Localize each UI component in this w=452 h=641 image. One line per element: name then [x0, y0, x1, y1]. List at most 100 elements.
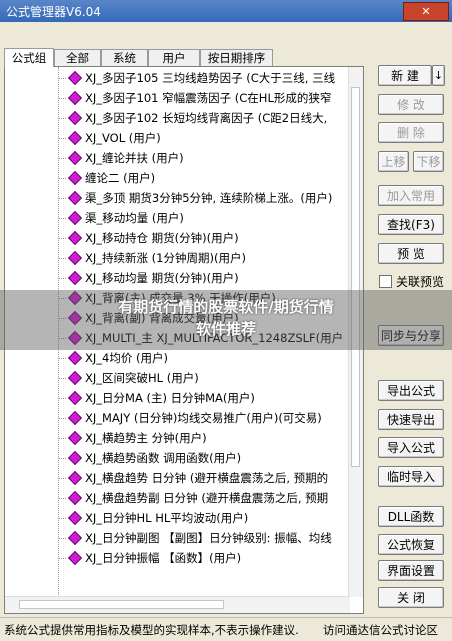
formula-restore-button[interactable]: 公式恢复 — [378, 534, 444, 555]
horizontal-scrollbar[interactable] — [5, 596, 350, 613]
title-bar: 公式管理器V6.04 ✕ — [0, 0, 452, 22]
ui-settings-button[interactable]: 界面设置 — [378, 560, 444, 581]
formula-diamond-icon — [67, 530, 83, 546]
formula-diamond-icon — [67, 450, 83, 466]
tab-formula-group[interactable]: 公式组 — [4, 48, 54, 67]
move-up-button[interactable]: 上移 — [378, 151, 409, 172]
tree-branch-line — [58, 257, 66, 259]
formula-diamond-icon — [67, 170, 83, 186]
tree-branch-line — [58, 277, 66, 279]
tree-item-label: XJ_多因子102 长短均线背离因子 (C距2日线大, — [85, 111, 328, 125]
tree-item[interactable]: XJ_MAJY (日分钟)均线交易推广(用户)(可交易) — [55, 409, 350, 427]
watermark-banner: 有期货行情的股票软件/期货行情 软件推荐 — [0, 290, 452, 350]
tree-item-label: XJ_4均价 (用户) — [85, 351, 168, 365]
tree-branch-line — [58, 157, 66, 159]
tree-branch-line — [58, 477, 66, 479]
tree-item[interactable]: XJ_横盘趋势 日分钟 (避开横盘震荡之后, 预期的 — [55, 469, 350, 487]
tree-item[interactable]: XJ_多因子102 长短均线背离因子 (C距2日线大, — [55, 109, 350, 127]
formula-diamond-icon — [67, 150, 83, 166]
tree-item[interactable]: XJ_缠论并扶 (用户) — [55, 149, 350, 167]
window-close-button[interactable]: ✕ — [403, 2, 449, 21]
tree-item[interactable]: 渠_多顶 期货3分钟5分钟, 连续阶梯上涨。(用户) — [55, 189, 350, 207]
tree-item-label: XJ_移动均量 期货(分钟)(用户) — [85, 271, 239, 285]
tree-item[interactable]: 缠论二 (用户) — [55, 169, 350, 187]
tree-branch-line — [58, 417, 66, 419]
find-button[interactable]: 查找(F3) — [378, 214, 444, 235]
tree-item-label: XJ_横盘趋势 日分钟 (避开横盘震荡之后, 预期的 — [85, 471, 329, 485]
tree-item[interactable]: XJ_多因子105 三均线趋势因子 (C大于三线, 三线 — [55, 69, 350, 87]
tree-item-label: XJ_多因子101 窄幅震荡因子 (C在HL形成的狭窄 — [85, 91, 332, 105]
vertical-scroll-thumb[interactable] — [351, 87, 360, 467]
forum-link[interactable]: 访问通达信公式讨论区 — [323, 622, 438, 638]
tree-item[interactable]: XJ_区间突破HL (用户) — [55, 369, 350, 387]
tree-item[interactable]: XJ_移动持仓 期货(分钟)(用户) — [55, 229, 350, 247]
import-formula-button[interactable]: 导入公式 — [378, 437, 444, 458]
tree-item-label: XJ_横盘趋势副 日分钟 (避开横盘震荡之后, 预期 — [85, 491, 329, 505]
tree-item-label: XJ_日分钟振幅 【函数】(用户) — [85, 551, 242, 565]
checkbox-box[interactable] — [379, 275, 392, 288]
tree-item[interactable]: XJ_4均价 (用户) — [55, 349, 350, 367]
formula-diamond-icon — [67, 250, 83, 266]
tree-item-label: XJ_日分钟副图 【副图】日分钟级别: 振幅、均线 — [85, 531, 332, 545]
formula-diamond-icon — [67, 210, 83, 226]
tree-item-label: XJ_多因子105 三均线趋势因子 (C大于三线, 三线 — [85, 71, 336, 85]
dll-function-button[interactable]: DLL函数 — [378, 506, 444, 527]
tree-branch-line — [58, 217, 66, 219]
checkbox-label: 关联预览 — [396, 275, 445, 289]
tree-item[interactable]: XJ_横趋势函数 调用函数(用户) — [55, 449, 350, 467]
tree-branch-line — [58, 437, 66, 439]
tree-item[interactable]: XJ_VOL (用户) — [55, 129, 350, 147]
tree-item-label: XJ_MAJY (日分钟)均线交易推广(用户)(可交易) — [85, 411, 322, 425]
tree-branch-line — [58, 377, 66, 379]
tree-item[interactable]: XJ_日分钟HL HL平均波动(用户) — [55, 509, 350, 527]
tree-item-label: XJ_横趋势函数 调用函数(用户) — [85, 451, 242, 465]
tree-item-label: XJ_横趋势主 分钟(用户) — [85, 431, 207, 445]
link-preview-checkbox[interactable]: 关联预览 — [379, 273, 444, 290]
tree-item[interactable]: XJ_日分钟副图 【副图】日分钟级别: 振幅、均线 — [55, 529, 350, 547]
edit-button[interactable]: 修 改 — [378, 94, 444, 115]
formula-diamond-icon — [67, 190, 83, 206]
tree-item[interactable]: XJ_持续新涨 (1分钟周期)(用户) — [55, 249, 350, 267]
formula-diamond-icon — [67, 550, 83, 566]
status-bar: 系统公式提供常用指标及模型的实现样本,不表示操作建议. 访问通达信公式讨论区 — [0, 617, 452, 641]
close-button[interactable]: 关 闭 — [378, 587, 444, 608]
tree-branch-line — [58, 77, 66, 79]
tree-item[interactable]: XJ_横盘趋势副 日分钟 (避开横盘震荡之后, 预期 — [55, 489, 350, 507]
add-common-button[interactable]: 加入常用 — [378, 185, 444, 206]
temp-import-button[interactable]: 临时导入 — [378, 466, 444, 487]
new-button[interactable]: 新 建 — [378, 65, 432, 86]
preview-button[interactable]: 预 览 — [378, 243, 444, 264]
tree-item-label: XJ_移动持仓 期货(分钟)(用户) — [85, 231, 239, 245]
tree-item[interactable]: 渠_移动均量 (用户) — [55, 209, 350, 227]
tree-item-label: XJ_区间突破HL (用户) — [85, 371, 199, 385]
formula-diamond-icon — [67, 390, 83, 406]
tab-system[interactable]: 系统 — [101, 49, 148, 66]
watermark-line-2: 软件推荐 — [195, 320, 256, 338]
tree-item-label: 渠_移动均量 (用户) — [85, 211, 184, 225]
tree-item-label: XJ_日分MA (主) 日分钟MA(用户) — [85, 391, 255, 405]
move-down-button[interactable]: 下移 — [413, 151, 444, 172]
tree-item-label: XJ_日分钟HL HL平均波动(用户) — [85, 511, 249, 525]
quick-export-button[interactable]: 快速导出 — [378, 409, 444, 430]
formula-diamond-icon — [67, 130, 83, 146]
tree-item[interactable]: XJ_移动均量 期货(分钟)(用户) — [55, 269, 350, 287]
export-formula-button[interactable]: 导出公式 — [378, 380, 444, 401]
horizontal-scroll-thumb[interactable] — [19, 600, 224, 609]
tab-sort-by-date[interactable]: 按日期排序 — [200, 49, 273, 66]
tab-all[interactable]: 全部 — [54, 49, 101, 66]
tree-item-label: XJ_VOL (用户) — [85, 131, 161, 145]
delete-button[interactable]: 删 除 — [378, 122, 444, 143]
tree-item-label: XJ_缠论并扶 (用户) — [85, 151, 184, 165]
tree-item[interactable]: XJ_日分MA (主) 日分钟MA(用户) — [55, 389, 350, 407]
tree-branch-line — [58, 117, 66, 119]
formula-diamond-icon — [67, 70, 83, 86]
tree-item[interactable]: XJ_横趋势主 分钟(用户) — [55, 429, 350, 447]
tree-branch-line — [58, 197, 66, 199]
tree-branch-line — [58, 397, 66, 399]
new-dropdown-arrow-icon[interactable]: ↓ — [432, 65, 445, 86]
tree-item[interactable]: XJ_日分钟振幅 【函数】(用户) — [55, 549, 350, 567]
tab-user[interactable]: 用户 — [148, 49, 200, 66]
tree-item[interactable]: XJ_多因子101 窄幅震荡因子 (C在HL形成的狭窄 — [55, 89, 350, 107]
window-title: 公式管理器V6.04 — [6, 5, 101, 19]
tree-branch-line — [58, 357, 66, 359]
